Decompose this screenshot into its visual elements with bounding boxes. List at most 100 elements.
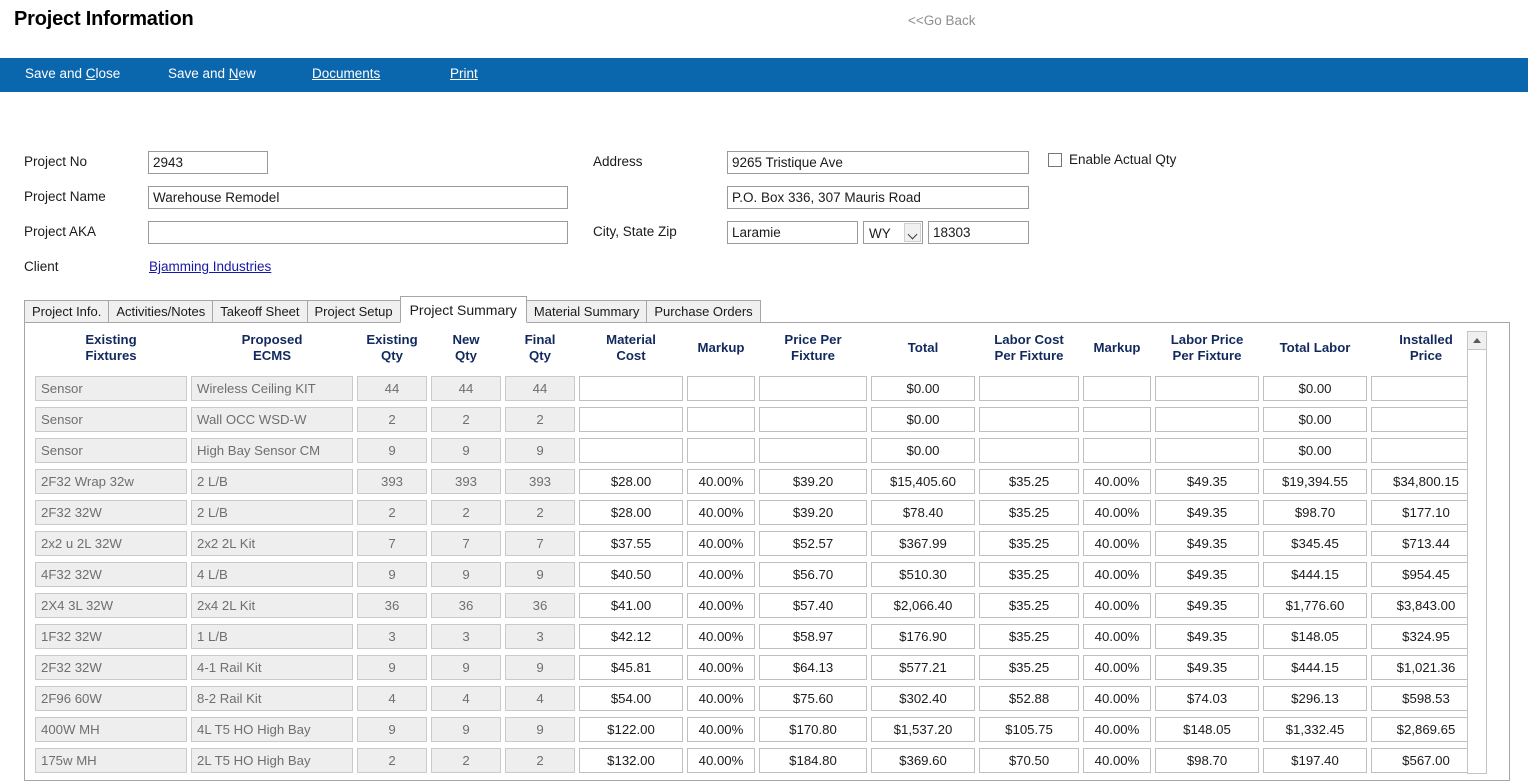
cell-installed_price[interactable]: $1,021.36: [1371, 655, 1478, 680]
cell-markup[interactable]: [687, 438, 755, 463]
cell-total_labor[interactable]: $296.13: [1263, 686, 1367, 711]
cell-material_cost[interactable]: $132.00: [579, 748, 683, 773]
cell-total_labor[interactable]: $444.15: [1263, 655, 1367, 680]
cell-material_cost[interactable]: [579, 376, 683, 401]
cell-total[interactable]: $367.99: [871, 531, 975, 556]
cell-price_per_fixture[interactable]: [759, 438, 867, 463]
cell-material_cost[interactable]: $37.55: [579, 531, 683, 556]
cell-labor_cost_per_fixture[interactable]: $35.25: [979, 593, 1079, 618]
cell-total[interactable]: $510.30: [871, 562, 975, 587]
cell-labor_cost_per_fixture[interactable]: $35.25: [979, 655, 1079, 680]
cell-markup[interactable]: 40.00%: [687, 469, 755, 494]
cell-labor_markup[interactable]: 40.00%: [1083, 531, 1151, 556]
cell-material_cost[interactable]: $42.12: [579, 624, 683, 649]
cell-total[interactable]: $302.40: [871, 686, 975, 711]
cell-labor_price_per_fixture[interactable]: [1155, 438, 1259, 463]
cell-installed_price[interactable]: $3,843.00: [1371, 593, 1478, 618]
cell-labor_cost_per_fixture[interactable]: [979, 438, 1079, 463]
save-and-close-button[interactable]: Save and Close: [25, 66, 120, 81]
tab-activities-notes[interactable]: Activities/Notes: [108, 300, 214, 323]
cell-price_per_fixture[interactable]: $39.20: [759, 500, 867, 525]
cell-labor_price_per_fixture[interactable]: $49.35: [1155, 593, 1259, 618]
cell-labor_markup[interactable]: [1083, 407, 1151, 432]
cell-installed_price[interactable]: $324.95: [1371, 624, 1478, 649]
cell-material_cost[interactable]: $28.00: [579, 500, 683, 525]
cell-labor_cost_per_fixture[interactable]: $70.50: [979, 748, 1079, 773]
save-and-new-button[interactable]: Save and New: [168, 66, 256, 81]
cell-material_cost[interactable]: $41.00: [579, 593, 683, 618]
cell-labor_markup[interactable]: 40.00%: [1083, 562, 1151, 587]
cell-material_cost[interactable]: [579, 407, 683, 432]
scrollbar-track[interactable]: [1468, 350, 1486, 773]
cell-labor_cost_per_fixture[interactable]: $35.25: [979, 531, 1079, 556]
cell-labor_price_per_fixture[interactable]: $49.35: [1155, 469, 1259, 494]
tab-material-summary[interactable]: Material Summary: [525, 300, 648, 323]
cell-total_labor[interactable]: $345.45: [1263, 531, 1367, 556]
project-name-input[interactable]: [148, 186, 568, 209]
scroll-up-arrow-icon[interactable]: [1468, 332, 1486, 350]
cell-total[interactable]: $15,405.60: [871, 469, 975, 494]
cell-labor_price_per_fixture[interactable]: $49.35: [1155, 562, 1259, 587]
cell-labor_price_per_fixture[interactable]: $49.35: [1155, 624, 1259, 649]
documents-button[interactable]: Documents: [312, 66, 380, 81]
cell-markup[interactable]: [687, 376, 755, 401]
address-line1-input[interactable]: [727, 151, 1029, 174]
enable-actual-qty-checkbox[interactable]: Enable Actual Qty: [1048, 152, 1176, 167]
tab-purchase-orders[interactable]: Purchase Orders: [646, 300, 761, 323]
cell-total[interactable]: $0.00: [871, 438, 975, 463]
cell-markup[interactable]: 40.00%: [687, 717, 755, 742]
cell-price_per_fixture[interactable]: $184.80: [759, 748, 867, 773]
cell-markup[interactable]: [687, 407, 755, 432]
cell-total_labor[interactable]: $98.70: [1263, 500, 1367, 525]
cell-material_cost[interactable]: $122.00: [579, 717, 683, 742]
cell-labor_price_per_fixture[interactable]: [1155, 376, 1259, 401]
cell-installed_price[interactable]: $954.45: [1371, 562, 1478, 587]
cell-price_per_fixture[interactable]: $170.80: [759, 717, 867, 742]
cell-labor_cost_per_fixture[interactable]: $35.25: [979, 500, 1079, 525]
cell-labor_markup[interactable]: 40.00%: [1083, 686, 1151, 711]
checkbox-icon[interactable]: [1048, 152, 1062, 167]
cell-installed_price[interactable]: $598.53: [1371, 686, 1478, 711]
cell-labor_price_per_fixture[interactable]: $49.35: [1155, 655, 1259, 680]
cell-total_labor[interactable]: $444.15: [1263, 562, 1367, 587]
cell-total[interactable]: $577.21: [871, 655, 975, 680]
cell-markup[interactable]: 40.00%: [687, 748, 755, 773]
cell-total[interactable]: $176.90: [871, 624, 975, 649]
cell-labor_cost_per_fixture[interactable]: [979, 376, 1079, 401]
zip-input[interactable]: [928, 221, 1029, 244]
cell-markup[interactable]: 40.00%: [687, 624, 755, 649]
cell-installed_price[interactable]: $177.10: [1371, 500, 1478, 525]
cell-total[interactable]: $78.40: [871, 500, 975, 525]
cell-price_per_fixture[interactable]: [759, 407, 867, 432]
cell-installed_price[interactable]: $2,869.65: [1371, 717, 1478, 742]
cell-labor_price_per_fixture[interactable]: $98.70: [1155, 748, 1259, 773]
cell-material_cost[interactable]: [579, 438, 683, 463]
cell-labor_cost_per_fixture[interactable]: $35.25: [979, 624, 1079, 649]
cell-material_cost[interactable]: $28.00: [579, 469, 683, 494]
cell-labor_markup[interactable]: 40.00%: [1083, 655, 1151, 680]
project-no-input[interactable]: [148, 151, 268, 174]
cell-price_per_fixture[interactable]: $57.40: [759, 593, 867, 618]
cell-price_per_fixture[interactable]: $39.20: [759, 469, 867, 494]
tab-takeoff-sheet[interactable]: Takeoff Sheet: [212, 300, 308, 323]
cell-price_per_fixture[interactable]: [759, 376, 867, 401]
cell-total_labor[interactable]: $1,332.45: [1263, 717, 1367, 742]
cell-total_labor[interactable]: $0.00: [1263, 376, 1367, 401]
cell-price_per_fixture[interactable]: $58.97: [759, 624, 867, 649]
city-input[interactable]: [727, 221, 858, 244]
cell-installed_price[interactable]: [1371, 376, 1478, 401]
cell-markup[interactable]: 40.00%: [687, 531, 755, 556]
cell-labor_price_per_fixture[interactable]: $74.03: [1155, 686, 1259, 711]
cell-total_labor[interactable]: $197.40: [1263, 748, 1367, 773]
cell-material_cost[interactable]: $45.81: [579, 655, 683, 680]
cell-price_per_fixture[interactable]: $52.57: [759, 531, 867, 556]
cell-labor_cost_per_fixture[interactable]: $35.25: [979, 469, 1079, 494]
cell-labor_markup[interactable]: 40.00%: [1083, 748, 1151, 773]
cell-labor_price_per_fixture[interactable]: $148.05: [1155, 717, 1259, 742]
cell-labor_price_per_fixture[interactable]: $49.35: [1155, 531, 1259, 556]
cell-material_cost[interactable]: $54.00: [579, 686, 683, 711]
cell-total_labor[interactable]: $19,394.55: [1263, 469, 1367, 494]
chevron-down-icon[interactable]: [904, 223, 921, 242]
cell-labor_cost_per_fixture[interactable]: $35.25: [979, 562, 1079, 587]
address-line2-input[interactable]: [727, 186, 1029, 209]
